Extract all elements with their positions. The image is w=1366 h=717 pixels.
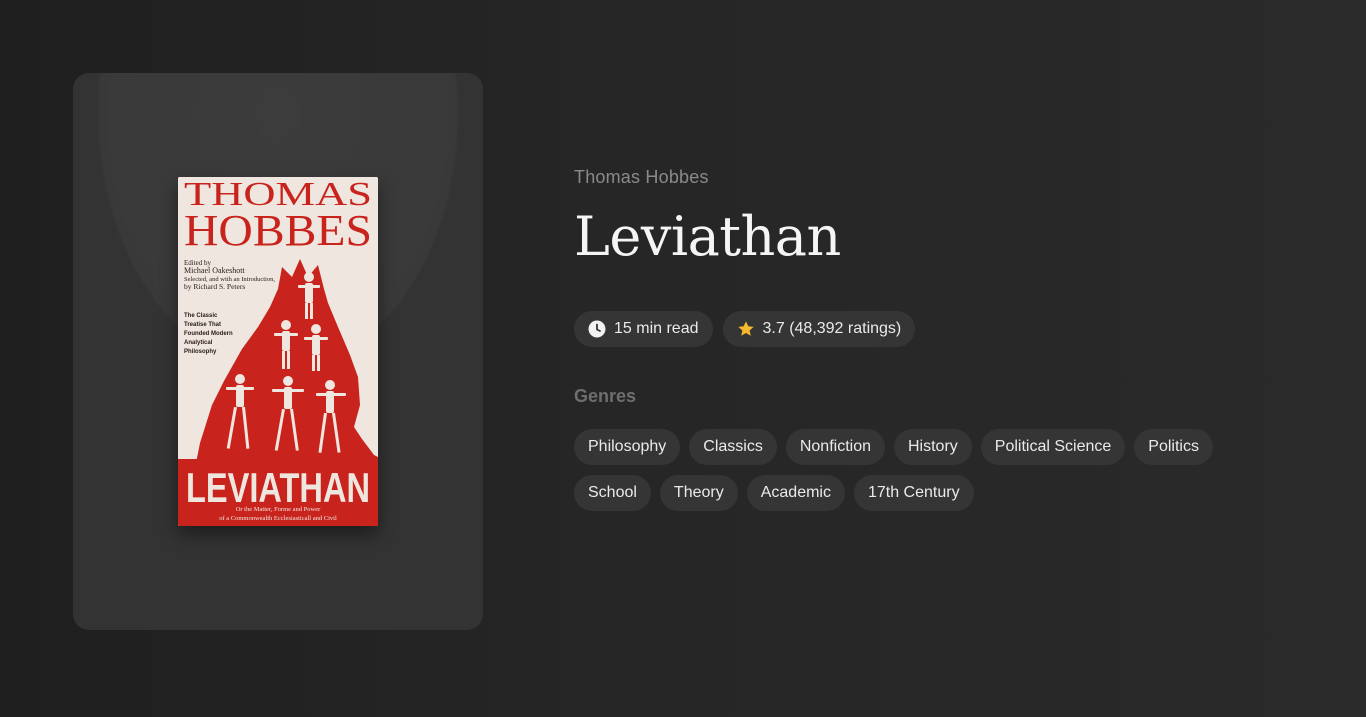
cover-by: by Richard S. Peters bbox=[184, 282, 245, 291]
genre-chip[interactable]: Academic bbox=[746, 475, 845, 511]
cover-blurb-line: The Classic bbox=[184, 313, 218, 319]
cover-blurb-line: Founded Modern bbox=[184, 331, 233, 337]
cover-blurb-line: Philosophy bbox=[184, 349, 217, 355]
genre-chip[interactable]: Philosophy bbox=[574, 429, 681, 465]
genre-chip[interactable]: School bbox=[574, 475, 651, 511]
read-time-pill: 15 min read bbox=[574, 311, 713, 347]
cover-subtitle-2: of a Commonwealth Ecclesiasticall and Ci… bbox=[219, 515, 337, 522]
book-meta: 15 min read 3.7 (48,392 ratings) bbox=[574, 311, 916, 347]
cover-subtitle-1: Or the Matter, Forme and Power bbox=[236, 506, 321, 513]
read-time-label: 15 min read bbox=[614, 320, 699, 337]
cover-author-line2: HOBBES bbox=[184, 206, 372, 255]
clock-icon bbox=[588, 320, 606, 338]
rating-label: 3.7 (48,392 ratings) bbox=[762, 320, 902, 337]
cover-blurb-line: Treatise That bbox=[184, 322, 221, 328]
cover-blurb-line: Analytical bbox=[184, 340, 213, 346]
genre-list: Philosophy Classics Nonfiction History P… bbox=[574, 429, 1274, 511]
book-cover-art: THOMAS HOBBES Edited by Michael Oakeshot… bbox=[178, 177, 378, 526]
author-name: Thomas Hobbes bbox=[574, 167, 709, 187]
genre-chip[interactable]: History bbox=[894, 429, 972, 465]
genres-heading: Genres bbox=[574, 386, 637, 406]
genre-chip[interactable]: Theory bbox=[659, 475, 738, 511]
genre-chip[interactable]: Politics bbox=[1134, 429, 1213, 465]
genre-chip[interactable]: 17th Century bbox=[853, 475, 974, 511]
cover-panel: THOMAS HOBBES Edited by Michael Oakeshot… bbox=[73, 73, 483, 630]
rating-pill: 3.7 (48,392 ratings) bbox=[722, 311, 916, 347]
book-cover: THOMAS HOBBES Edited by Michael Oakeshot… bbox=[178, 177, 378, 526]
cover-editor: Michael Oakeshott bbox=[184, 266, 245, 275]
genre-chip[interactable]: Political Science bbox=[980, 429, 1126, 465]
book-title: Leviathan bbox=[574, 205, 841, 268]
star-icon bbox=[737, 321, 754, 336]
genre-chip[interactable]: Classics bbox=[689, 429, 777, 465]
cover-title: LEVIATHAN bbox=[186, 464, 370, 511]
genre-chip[interactable]: Nonfiction bbox=[785, 429, 885, 465]
